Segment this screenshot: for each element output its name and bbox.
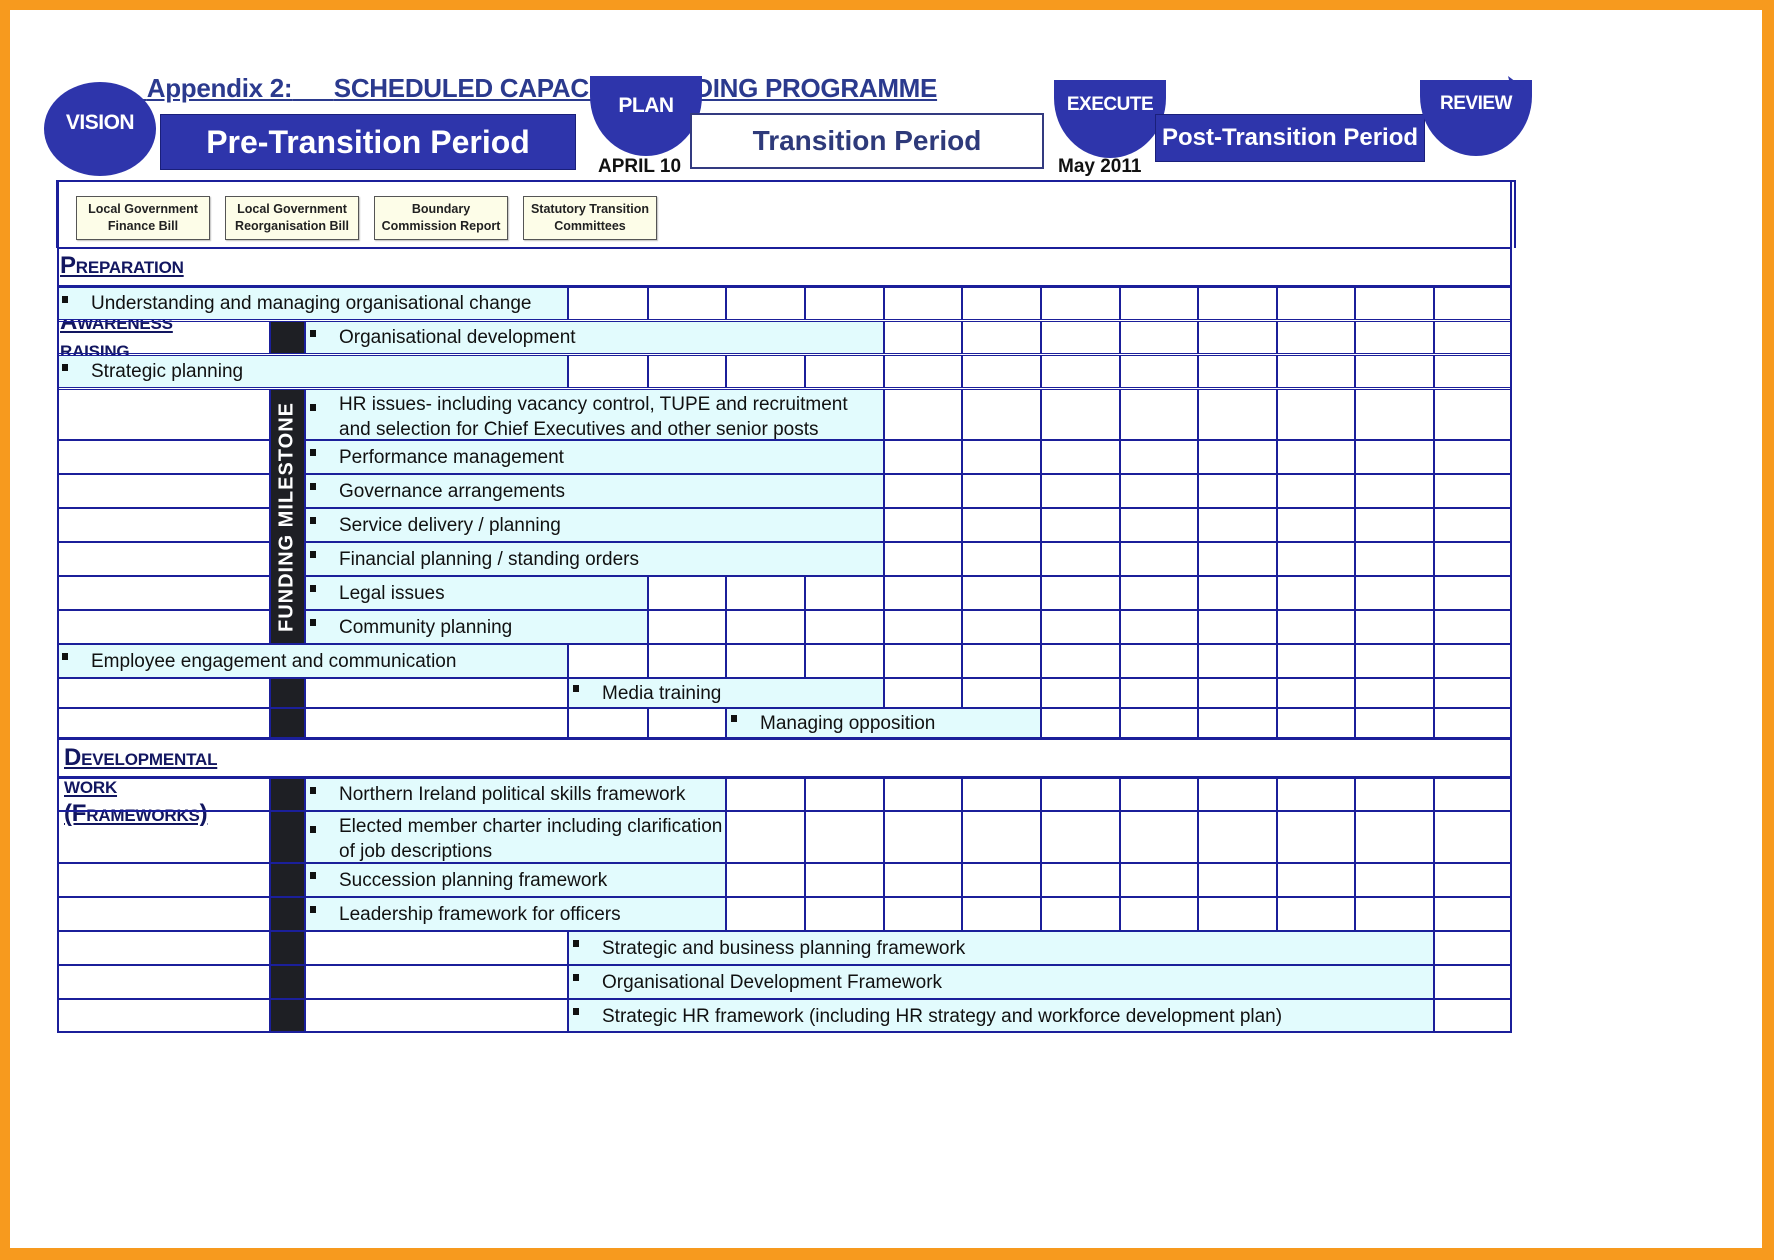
plan-circle: PLAN <box>590 76 702 156</box>
title-prefix: Appendix 2: <box>146 73 293 103</box>
post-transition-period-bar: Post-Transition Period <box>1155 114 1425 162</box>
transition-period-bar: Transition Period <box>690 113 1044 169</box>
vision-circle: VISION <box>44 82 156 176</box>
review-arrow-icon <box>1508 76 1524 92</box>
execute-circle: EXECUTE <box>1054 80 1166 158</box>
document-page: Appendix 2: SCHEDULED CAPACITY BUILDING … <box>10 10 1762 1248</box>
execute-date: May 2011 <box>1058 156 1142 177</box>
schedule-table-frame <box>57 180 1512 1033</box>
pre-transition-period-bar: Pre-Transition Period <box>160 114 576 170</box>
plan-date: APRIL 10 <box>598 156 682 177</box>
